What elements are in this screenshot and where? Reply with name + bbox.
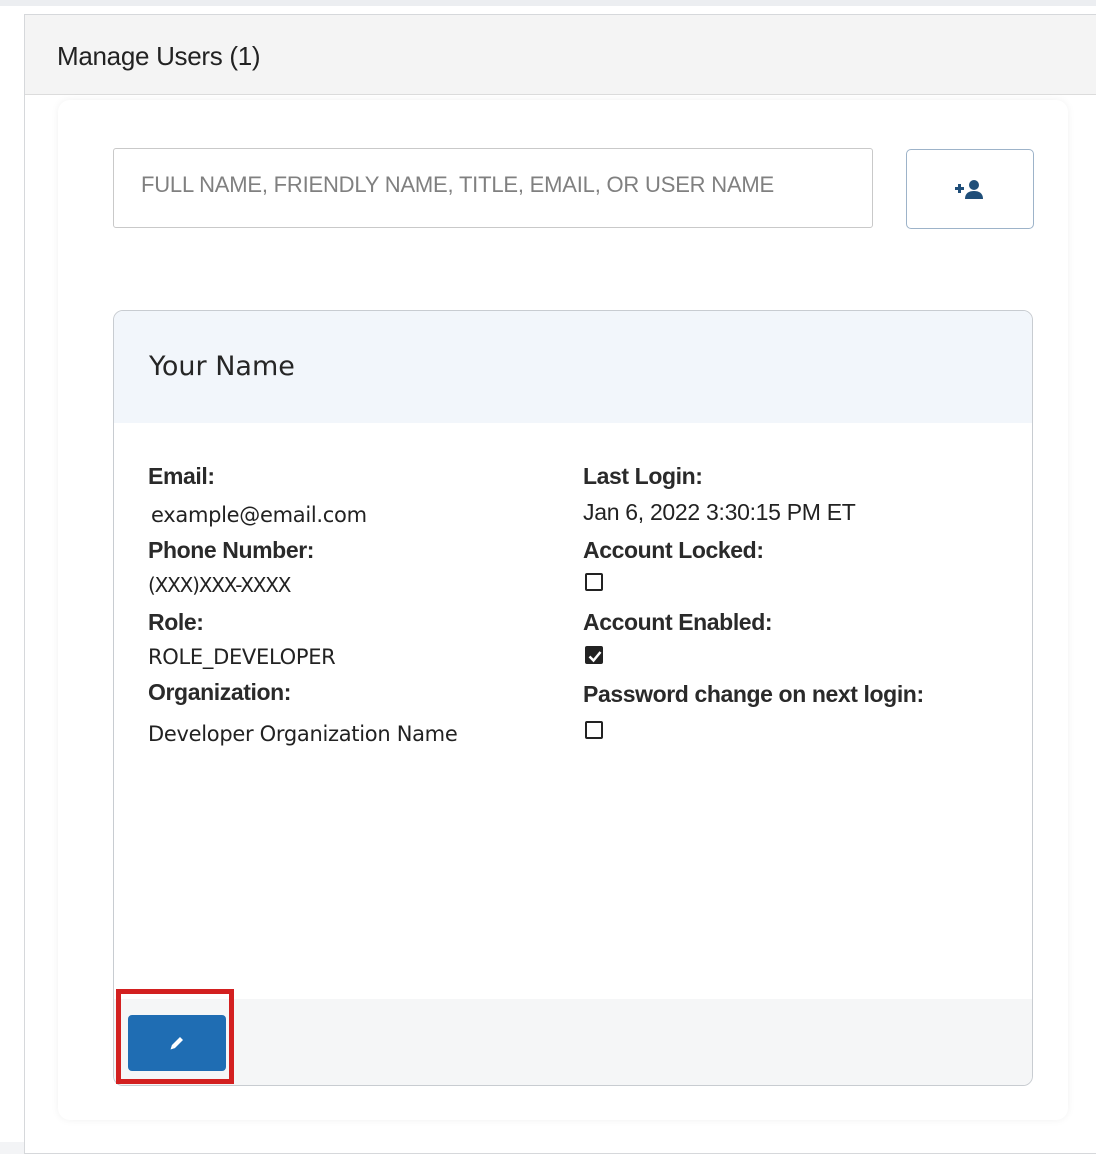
user-card-header: Your Name (114, 311, 1032, 423)
page: Manage Users (1) FULL NAME, FRIENDLY NAM… (0, 0, 1096, 1154)
top-strip (0, 0, 1096, 6)
organization-label: Organization: (148, 679, 292, 705)
phone-label: Phone Number: (148, 537, 315, 563)
password-change-checkbox[interactable] (585, 721, 603, 739)
search-placeholder: FULL NAME, FRIENDLY NAME, TITLE, EMAIL, … (141, 172, 775, 197)
account-enabled-checkbox[interactable] (585, 646, 603, 664)
password-change-label: Password change on next login: (583, 681, 924, 707)
edit-button[interactable] (128, 1015, 226, 1071)
user-card: Your Name Email: example@email.com Phone… (113, 310, 1033, 1086)
account-enabled-label: Account Enabled: (583, 609, 773, 635)
email-label: Email: (148, 463, 215, 489)
role-label: Role: (148, 609, 204, 635)
role-value: ROLE_DEVELOPER (148, 645, 336, 669)
phone-value: (XXX)XXX-XXXX (148, 573, 291, 597)
search-input[interactable]: FULL NAME, FRIENDLY NAME, TITLE, EMAIL, … (113, 148, 873, 228)
add-user-button[interactable] (906, 149, 1034, 229)
pencil-icon (170, 1037, 183, 1050)
add-user-icon (955, 180, 983, 199)
email-value: example@email.com (151, 503, 367, 527)
user-name: Your Name (149, 351, 295, 382)
organization-value: Developer Organization Name (148, 722, 458, 746)
account-locked-checkbox[interactable] (585, 573, 603, 591)
panel-header: Manage Users (1) (25, 15, 1096, 95)
last-login-label: Last Login: (583, 463, 703, 489)
last-login-value: Jan 6, 2022 3:30:15 PM ET (583, 499, 856, 525)
user-card-footer (114, 999, 1032, 1085)
panel-title: Manage Users (1) (57, 41, 261, 71)
account-locked-label: Account Locked: (583, 537, 764, 563)
check-icon (588, 651, 602, 663)
